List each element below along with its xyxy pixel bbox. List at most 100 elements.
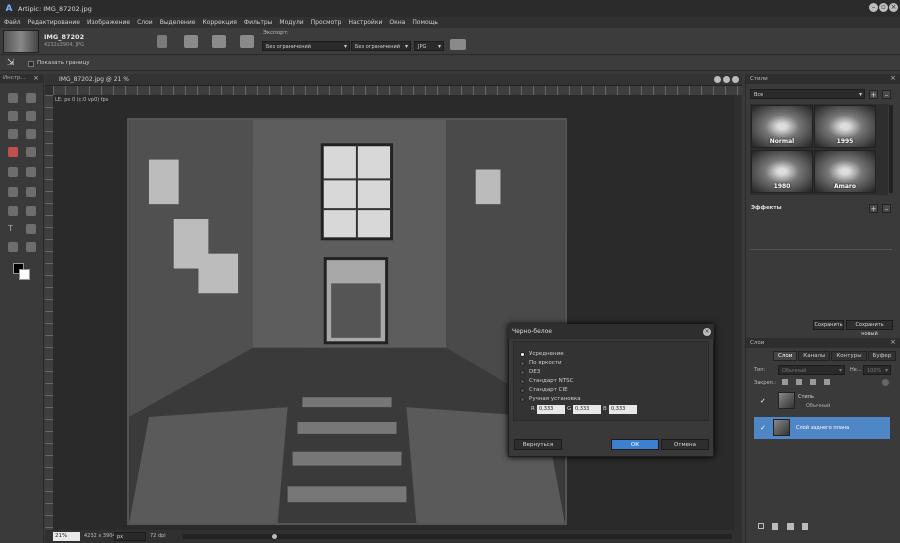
scroll-thumb[interactable] bbox=[272, 534, 277, 539]
export-format-select[interactable]: JPG bbox=[414, 41, 444, 51]
menu-view[interactable]: Просмотр bbox=[311, 19, 342, 26]
styles-add-icon[interactable]: + bbox=[869, 90, 878, 99]
styles-scrollbar[interactable] bbox=[889, 105, 893, 193]
menu-layers[interactable]: Слои bbox=[137, 19, 153, 26]
export-run-icon[interactable] bbox=[450, 39, 466, 50]
blend-mode-select[interactable]: Обычный bbox=[778, 365, 845, 375]
menu-file[interactable]: Файл bbox=[4, 19, 21, 26]
menu-help[interactable]: Помощь bbox=[412, 19, 438, 26]
eraser-tool-icon[interactable] bbox=[8, 147, 18, 157]
rect-tool-icon[interactable] bbox=[26, 242, 36, 252]
pen-tool-icon[interactable] bbox=[26, 187, 36, 197]
drop-tool-icon[interactable] bbox=[26, 129, 36, 139]
styles-remove-icon[interactable]: – bbox=[882, 90, 891, 99]
styles-save-new-button[interactable]: Сохранить новый bbox=[846, 320, 893, 337]
effects-remove-icon[interactable]: – bbox=[882, 204, 891, 213]
doc-close-icon[interactable] bbox=[732, 76, 739, 83]
radio-ntsc[interactable] bbox=[520, 379, 525, 384]
horizontal-scrollbar[interactable] bbox=[183, 534, 732, 539]
vertical-ruler[interactable] bbox=[45, 95, 53, 530]
delete-layer-icon[interactable] bbox=[802, 523, 808, 530]
crop-tool-icon[interactable] bbox=[8, 129, 18, 139]
export-height-select[interactable]: Без ограничений bbox=[351, 41, 411, 51]
cancel-button[interactable]: Отмена bbox=[661, 439, 709, 450]
menu-settings[interactable]: Настройки bbox=[348, 19, 382, 26]
ok-button[interactable]: ОК bbox=[611, 439, 659, 450]
effects-add-icon[interactable]: + bbox=[869, 204, 878, 213]
background-color-swatch[interactable] bbox=[19, 269, 30, 280]
menu-edit[interactable]: Редактирование bbox=[28, 19, 80, 26]
horizontal-ruler[interactable] bbox=[53, 86, 742, 95]
doc-minimize-icon[interactable] bbox=[714, 76, 721, 83]
move-tool-icon[interactable]: ⇲ bbox=[7, 58, 15, 68]
gradient-tool-icon[interactable] bbox=[8, 206, 18, 216]
lock-fill-icon[interactable] bbox=[882, 379, 889, 386]
lock-move-icon[interactable] bbox=[810, 379, 816, 385]
zoom-input[interactable]: 21% bbox=[53, 532, 80, 541]
unit-select[interactable]: px bbox=[114, 532, 146, 541]
layers-close-icon[interactable]: × bbox=[890, 338, 896, 346]
maximize-icon[interactable]: ▫ bbox=[879, 3, 888, 12]
opacity-select[interactable]: 100% bbox=[863, 365, 891, 375]
b-input[interactable]: 0,333 bbox=[609, 405, 637, 414]
layer-visibility-icon[interactable]: ✓ bbox=[760, 397, 768, 405]
menu-select[interactable]: Выделение bbox=[160, 19, 196, 26]
lock-all-icon[interactable] bbox=[824, 379, 830, 385]
styles-save-button[interactable]: Сохранить bbox=[813, 320, 844, 330]
new-layer-icon[interactable] bbox=[772, 523, 778, 530]
select-tool-icon[interactable] bbox=[26, 93, 36, 103]
menu-windows[interactable]: Окна bbox=[389, 19, 405, 26]
new-document-icon[interactable] bbox=[157, 35, 167, 48]
magic-wand-icon[interactable] bbox=[8, 111, 18, 121]
reset-button[interactable]: Вернуться bbox=[514, 439, 562, 450]
radio-average[interactable] bbox=[520, 352, 525, 357]
radio-cie[interactable] bbox=[520, 388, 525, 393]
g-input[interactable]: 0,333 bbox=[573, 405, 601, 414]
brush-tool-icon[interactable] bbox=[26, 111, 36, 121]
radio-cie-label: Стандарт CIE bbox=[529, 387, 568, 393]
layer-bg-visibility-icon[interactable]: ✓ bbox=[760, 424, 768, 432]
marquee-tool-icon[interactable] bbox=[8, 93, 18, 103]
menu-filters[interactable]: Фильтры bbox=[244, 19, 272, 26]
export-icon[interactable] bbox=[240, 35, 254, 48]
file-thumbnail[interactable] bbox=[3, 30, 39, 53]
dodge-tool-icon[interactable] bbox=[26, 147, 36, 157]
open-icon[interactable] bbox=[184, 35, 198, 48]
toolbox-close-icon[interactable]: × bbox=[33, 74, 39, 82]
dialog-close-icon[interactable]: × bbox=[703, 328, 711, 336]
stamp-tool-icon[interactable] bbox=[8, 167, 18, 177]
export-width-select[interactable]: Без ограничений bbox=[262, 41, 350, 51]
text-tool-icon[interactable]: T bbox=[8, 224, 18, 234]
save-icon[interactable] bbox=[212, 35, 226, 48]
radio-brightness[interactable] bbox=[520, 361, 525, 366]
lock-pixels-icon[interactable] bbox=[782, 379, 788, 385]
healing-tool-icon[interactable] bbox=[26, 167, 36, 177]
styles-filter-select[interactable]: Все bbox=[750, 89, 865, 99]
shape-tool-icon[interactable] bbox=[26, 224, 36, 234]
tab-paths[interactable]: Контуры bbox=[831, 351, 867, 361]
tab-layers[interactable]: Слои bbox=[773, 351, 798, 361]
menu-adjust[interactable]: Коррекция bbox=[202, 19, 236, 26]
lock-brush-icon[interactable] bbox=[796, 379, 802, 385]
r-input[interactable]: 0,333 bbox=[537, 405, 565, 414]
layer-mask-icon[interactable] bbox=[787, 523, 794, 530]
canvas-info: LE: px 0 (c:0 vp0) fps bbox=[55, 97, 109, 103]
minimize-icon[interactable]: – bbox=[869, 3, 878, 12]
doc-maximize-icon[interactable] bbox=[723, 76, 730, 83]
menu-plugins[interactable]: Модули bbox=[279, 19, 303, 26]
close-icon[interactable]: × bbox=[889, 3, 898, 12]
tab-buffer[interactable]: Буфер bbox=[867, 351, 897, 361]
document-tab[interactable]: IMG_87202.jpg @ 21 % bbox=[45, 74, 742, 86]
hand-tool-icon[interactable] bbox=[8, 242, 18, 252]
radio-manual[interactable] bbox=[520, 397, 525, 402]
menu-image[interactable]: Изображение bbox=[87, 19, 130, 26]
tab-channels[interactable]: Каналы bbox=[798, 351, 831, 361]
radio-de3[interactable] bbox=[520, 370, 525, 375]
styles-close-icon[interactable]: × bbox=[890, 74, 896, 82]
zoom-tool-icon[interactable] bbox=[26, 206, 36, 216]
eyedropper-icon[interactable] bbox=[8, 187, 18, 197]
new-group-icon[interactable] bbox=[758, 523, 764, 529]
radio-ntsc-label: Стандарт NTSC bbox=[529, 378, 574, 384]
photo-canvas[interactable] bbox=[127, 118, 567, 525]
show-border-checkbox[interactable] bbox=[28, 61, 34, 67]
